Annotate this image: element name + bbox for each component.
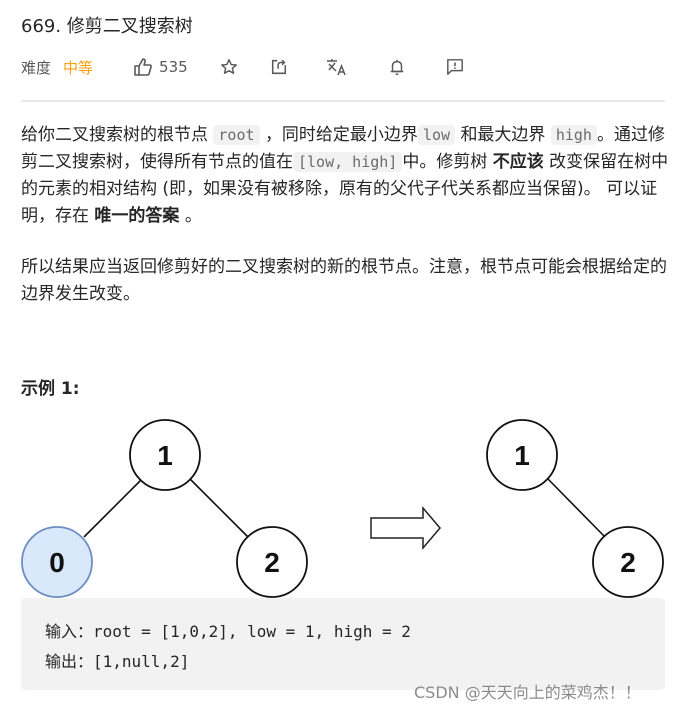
node-label: 2 bbox=[620, 547, 636, 578]
text: ，同时给定最小边界 bbox=[264, 125, 418, 145]
inline-code-high: high bbox=[550, 125, 597, 145]
like-button[interactable]: 535 bbox=[133, 57, 188, 77]
node-label: 1 bbox=[157, 440, 173, 471]
tree-node-highlighted: 0 bbox=[21, 526, 93, 598]
favorite-button[interactable] bbox=[220, 58, 238, 76]
inline-code-range: [low, high] bbox=[293, 152, 403, 172]
node-label: 0 bbox=[49, 547, 65, 578]
translate-icon bbox=[326, 57, 348, 77]
description-paragraph-1: 给你二叉搜索树的根节点 root ，同时给定最小边界 low 和最大边界 high… bbox=[21, 122, 671, 230]
header-divider bbox=[21, 100, 665, 102]
watermark: CSDN @天天向上的菜鸡杰！！ bbox=[414, 683, 641, 702]
bell-icon bbox=[388, 58, 406, 76]
tree-node: 2 bbox=[236, 526, 308, 598]
thumbs-up-icon bbox=[133, 57, 153, 77]
bold-text: 唯一的答案 bbox=[94, 206, 180, 226]
text: 。 bbox=[184, 206, 202, 226]
share-button[interactable] bbox=[270, 58, 288, 76]
tree-node: 1 bbox=[129, 419, 201, 491]
example-input: 输入：root = [1,0,2], low = 1, high = 2 bbox=[45, 622, 411, 641]
difficulty-badge: 中等 bbox=[63, 58, 94, 77]
text: 给你二叉搜索树的根节点 bbox=[21, 125, 208, 145]
tree-edge bbox=[83, 478, 143, 538]
tree-node: 1 bbox=[486, 419, 558, 491]
feedback-button[interactable] bbox=[446, 58, 464, 76]
example-code-block: 输入：root = [1,0,2], low = 1, high = 2 输出：… bbox=[21, 598, 665, 690]
description-paragraph-2: 所以结果应当返回修剪好的二叉搜索树的新的根节点。注意，根节点可能会根据给定的边界… bbox=[21, 257, 667, 304]
text: 中。修剪树 bbox=[402, 152, 488, 172]
output-tree: 1 2 bbox=[486, 419, 664, 598]
tree-edge bbox=[547, 478, 606, 538]
tree-edge bbox=[189, 478, 249, 538]
star-icon bbox=[220, 58, 238, 76]
share-icon bbox=[270, 58, 288, 76]
example-diagram: 1 0 2 1 2 bbox=[21, 419, 664, 598]
transform-arrow-icon bbox=[370, 505, 441, 551]
tree-node: 2 bbox=[592, 526, 664, 598]
input-tree: 1 0 2 bbox=[21, 419, 308, 598]
problem-meta-bar: 难度 中等 535 bbox=[21, 54, 464, 80]
like-count: 535 bbox=[159, 58, 188, 76]
node-label: 2 bbox=[264, 547, 280, 578]
translate-button[interactable] bbox=[326, 57, 348, 77]
bold-text: 不应该 bbox=[492, 152, 544, 172]
feedback-icon bbox=[446, 58, 464, 76]
node-label: 1 bbox=[514, 440, 530, 471]
example-title: 示例 1: bbox=[21, 379, 80, 399]
inline-code-low: low bbox=[417, 125, 456, 145]
notification-button[interactable] bbox=[388, 58, 406, 76]
difficulty-label: 难度 bbox=[21, 58, 52, 77]
example-output: 输出：[1,null,2] bbox=[45, 652, 190, 671]
inline-code-root: root bbox=[213, 125, 260, 145]
text: 和最大边界 bbox=[460, 125, 546, 145]
problem-title: 669. 修剪二叉搜索树 bbox=[21, 16, 193, 37]
